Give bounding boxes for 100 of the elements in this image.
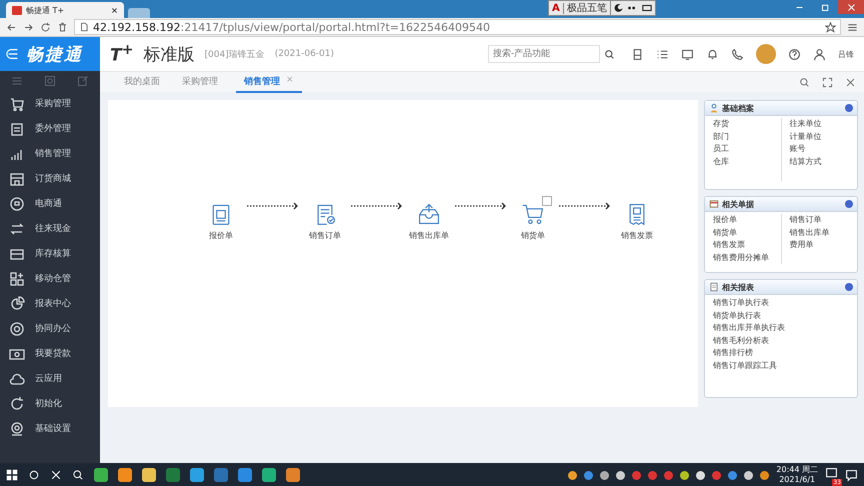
panel-link[interactable]: 计量单位 <box>790 130 849 143</box>
tab[interactable]: 销售管理 × <box>236 72 302 92</box>
trash-icon[interactable] <box>57 22 68 32</box>
page-icon <box>79 22 89 32</box>
flow-node-label[interactable]: 销货单 <box>521 230 545 241</box>
sidebar-item[interactable]: 协同办公 <box>0 316 100 341</box>
panel-link[interactable]: 费用单 <box>790 239 849 252</box>
panel-link[interactable]: 员工 <box>713 143 772 156</box>
calculator-icon[interactable] <box>631 48 644 60</box>
panel-link[interactable]: 销售发票 <box>713 239 772 252</box>
taskbar-app-icon[interactable] <box>142 468 156 482</box>
panel-link[interactable]: 账号 <box>790 143 849 156</box>
dropdown-toggle[interactable] <box>542 196 552 206</box>
taskbar-clock[interactable]: 20:44 周二 2021/6/1 <box>776 465 818 485</box>
browser-tab[interactable]: 畅捷通 T+ <box>6 2 124 18</box>
taskbar-app-icon[interactable] <box>118 468 132 482</box>
panel-link[interactable]: 销售出库单 <box>790 226 849 239</box>
panel-link[interactable]: 仓库 <box>713 156 772 168</box>
checklist-icon[interactable] <box>656 48 669 60</box>
panel-link[interactable]: 往来单位 <box>790 118 849 130</box>
sidebar-item[interactable]: 基础设置 <box>0 416 100 441</box>
circle-icon <box>9 196 25 212</box>
close-icon[interactable] <box>111 6 118 14</box>
panel-link[interactable]: 存货 <box>713 118 772 130</box>
user-icon[interactable] <box>813 48 826 60</box>
refresh-icon <box>9 396 25 412</box>
panel-link[interactable]: 销货单执行表 <box>713 310 849 322</box>
close-icon[interactable] <box>845 76 856 88</box>
panel-link[interactable]: 销售订单执行表 <box>713 297 849 310</box>
back-icon[interactable] <box>6 22 17 32</box>
account-name: [004]瑞锋五金 <box>204 48 265 60</box>
panel-title: 基础档案 <box>722 102 755 114</box>
product-edition: 标准版 <box>143 44 194 66</box>
taskbar-app-icon[interactable] <box>94 468 108 482</box>
phone-icon[interactable] <box>731 48 744 60</box>
forward-icon[interactable] <box>23 22 34 32</box>
panel-link[interactable]: 销货单 <box>713 226 772 239</box>
pie-chart-icon <box>9 296 25 312</box>
flow-node-label[interactable]: 销售出库单 <box>409 230 449 241</box>
search-field[interactable]: 搜索-产品功能 <box>488 45 600 63</box>
cart-icon <box>9 96 25 112</box>
taskbar-app-icon[interactable] <box>190 468 204 482</box>
product-brand: T$^{+}$ <box>110 42 134 66</box>
sidebar-item[interactable]: 云应用 <box>0 366 100 391</box>
moon-icon[interactable] <box>612 3 623 13</box>
sidebar-item[interactable]: 采购管理 <box>0 91 100 116</box>
notification-icon[interactable] <box>825 467 838 480</box>
target-icon <box>9 320 25 336</box>
flow-node-label[interactable]: 销售订单 <box>309 230 341 241</box>
cart-icon[interactable] <box>521 202 545 226</box>
taskbar-app-icon[interactable] <box>262 468 276 482</box>
panel-link[interactable]: 部门 <box>713 130 772 143</box>
bell-icon[interactable] <box>706 48 719 60</box>
panel-link[interactable]: 结算方式 <box>790 156 849 168</box>
panel-title: 相关报表 <box>722 282 755 292</box>
shop-icon <box>9 170 25 186</box>
dotted-arrow-icon <box>246 202 300 210</box>
logo-text: 畅捷通 <box>26 44 83 66</box>
sidebar-item[interactable]: 委外管理 <box>0 116 100 141</box>
flow-node-label[interactable]: 报价单 <box>209 230 233 241</box>
star-icon[interactable] <box>825 22 836 32</box>
sidebar-item[interactable]: 库存核算 <box>0 241 100 266</box>
restore-icon <box>820 2 830 12</box>
sidebar-item[interactable]: 移动仓管 <box>0 266 100 291</box>
dotted-arrow-icon <box>558 202 612 210</box>
chat-icon[interactable] <box>845 468 858 482</box>
taskbar-app-icon[interactable] <box>286 468 300 482</box>
logo-icon <box>6 47 20 61</box>
sidebar-item[interactable]: 销售管理 <box>0 141 100 166</box>
notepad-icon <box>709 282 719 292</box>
sidebar-item[interactable]: 电商通 <box>0 191 100 216</box>
account-date: (2021-06-01) <box>274 49 334 59</box>
menu-icon[interactable] <box>847 22 858 32</box>
sidebar-item[interactable]: 初始化 <box>0 391 100 416</box>
sidebar-item[interactable]: 订货商城 <box>0 166 100 191</box>
user-name[interactable]: 吕锋 <box>838 48 854 60</box>
panel-link[interactable]: 销售订单 <box>790 214 849 226</box>
reload-icon[interactable] <box>40 22 51 32</box>
sidebar-item[interactable]: 我要贷款 <box>0 341 100 366</box>
windows-icon[interactable] <box>6 469 18 481</box>
close-button[interactable] <box>838 0 864 14</box>
ime-mode[interactable]: A <box>549 2 564 14</box>
dotted-arrow-icon <box>350 202 404 210</box>
flow-node-label[interactable]: 销售发票 <box>621 230 653 241</box>
inbox-upload-icon[interactable] <box>417 202 441 226</box>
panel-link[interactable]: 销售费用分摊单 <box>713 252 772 264</box>
address-bar[interactable]: 42.192.158.192:21417/tplus/view/portal/portal.html?t=1622546409540 <box>74 19 841 35</box>
panel-link[interactable]: 销售毛利分析表 <box>713 334 849 347</box>
keyboard-icon[interactable] <box>640 3 653 13</box>
fullscreen-icon[interactable] <box>822 76 833 88</box>
dotted-arrow-icon <box>454 202 508 210</box>
monitor-icon[interactable] <box>681 48 694 60</box>
sidebar-item[interactable]: 报表中心 <box>0 291 100 316</box>
taskbar-app-icon[interactable] <box>238 468 252 482</box>
ime-name: 极品五笔 <box>564 1 611 15</box>
panel-link[interactable]: 销售出库开单执行表 <box>713 322 849 334</box>
panel-link[interactable]: 销售排行榜 <box>713 347 849 360</box>
sidebar-item[interactable]: 往来现金 <box>0 216 100 241</box>
panel-link[interactable]: 报价单 <box>713 214 772 226</box>
panel-link[interactable]: 销售订单跟踪工具 <box>713 360 849 372</box>
